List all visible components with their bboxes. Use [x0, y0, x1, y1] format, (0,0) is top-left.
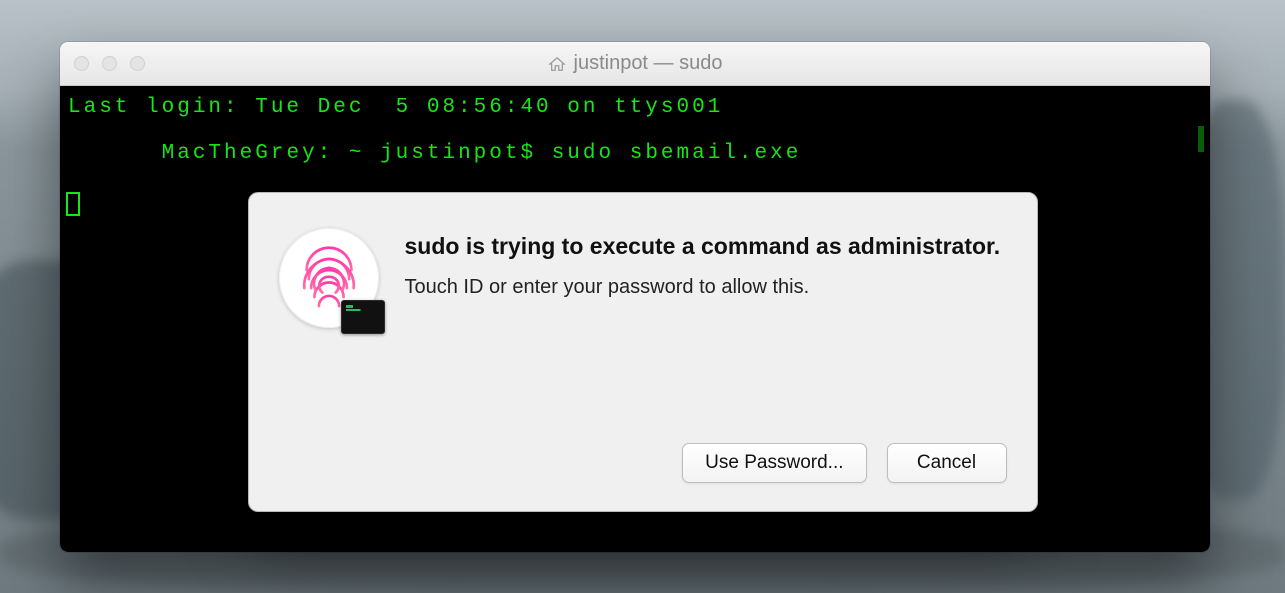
terminal-path: ~ justinpot$ [349, 142, 536, 165]
dialog-title: sudo is trying to execute a command as a… [405, 232, 1007, 262]
use-password-button[interactable]: Use Password... [682, 443, 866, 483]
terminal-badge-icon [341, 300, 385, 334]
terminal-command: sudo sbemail.exe [552, 142, 802, 165]
cancel-button[interactable]: Cancel [887, 443, 1007, 483]
dialog-button-row: Use Password... Cancel [279, 423, 1007, 483]
dialog-content: sudo is trying to execute a command as a… [279, 228, 1007, 328]
window-titlebar: justinpot — sudo [60, 42, 1210, 86]
close-window-button[interactable] [74, 56, 89, 71]
terminal-cursor [66, 192, 80, 216]
minimize-window-button[interactable] [102, 56, 117, 71]
home-icon [548, 56, 566, 72]
terminal-prompt-line: MacTheGrey: ~ justinpot$ sudo sbemail.ex… [68, 119, 1202, 188]
window-controls [74, 56, 145, 71]
touch-id-icon [279, 228, 379, 328]
dialog-text: sudo is trying to execute a command as a… [405, 228, 1007, 328]
window-title-text: justinpot — sudo [574, 52, 723, 75]
terminal-scroll-indicator [1198, 126, 1204, 152]
zoom-window-button[interactable] [130, 56, 145, 71]
terminal-last-login: Last login: Tue Dec 5 08:56:40 on ttys00… [68, 96, 1202, 119]
window-title: justinpot — sudo [60, 52, 1210, 75]
dialog-subtitle: Touch ID or enter your password to allow… [405, 276, 1007, 299]
auth-dialog: sudo is trying to execute a command as a… [248, 192, 1038, 512]
terminal-host: MacTheGrey: [162, 142, 334, 165]
